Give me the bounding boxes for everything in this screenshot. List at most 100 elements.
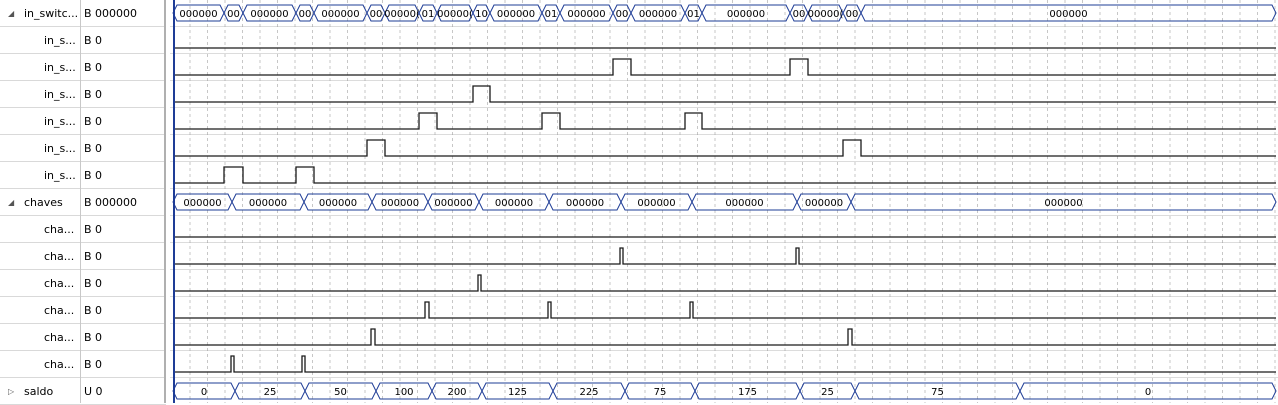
- bus-value-label: 100: [394, 387, 413, 398]
- signal-value: B 0: [84, 331, 103, 344]
- bus-value-label: 000000: [250, 9, 288, 20]
- bus-value-label: 00000(: [384, 9, 420, 20]
- signal-name: cha...: [44, 304, 75, 317]
- bus-value-label: 01: [545, 9, 558, 20]
- bit-trace: [173, 355, 1276, 373]
- waveform-viewer: ◢ in_switc... B 000000 in_s... B 0 in_s... B 0…: [0, 0, 1278, 405]
- bus-value-label: 25: [264, 387, 277, 398]
- bus-value-label: 75: [931, 387, 944, 398]
- bus-value-label: 000000: [497, 9, 535, 20]
- signal-row[interactable]: cha... B 0: [0, 270, 166, 297]
- signal-value: B 0: [84, 61, 103, 74]
- bus-value-label: 0: [1145, 387, 1151, 398]
- signal-row[interactable]: in_s... B 0: [0, 54, 166, 81]
- signal-name: cha...: [44, 250, 75, 263]
- signal-value: U 0: [84, 385, 103, 398]
- bit-trace: [173, 166, 1276, 184]
- bus-value-label: 000000: [725, 198, 763, 209]
- bus-value-label: 000000: [434, 198, 472, 209]
- signal-row[interactable]: ◢ chaves B 000000: [0, 189, 166, 216]
- signal-name: in_s...: [44, 142, 76, 155]
- bit-trace: [173, 301, 1276, 319]
- bus-value-label: 000000: [727, 9, 765, 20]
- signal-value: B 0: [84, 304, 103, 317]
- signal-value: B 0: [84, 358, 103, 371]
- signal-row[interactable]: cha... B 0: [0, 297, 166, 324]
- bus-value-label: 000000: [381, 198, 419, 209]
- signal-value: B 0: [84, 250, 103, 263]
- bit-trace: [173, 247, 1276, 265]
- bus-value-label: 175: [738, 387, 757, 398]
- signal-row[interactable]: ◢ in_switc... B 000000: [0, 0, 166, 27]
- bit-trace: [173, 58, 1276, 76]
- signal-list-panel: ◢ in_switc... B 000000 in_s... B 0 in_s... B 0…: [0, 0, 166, 405]
- bus-value-label: 000000: [1044, 198, 1082, 209]
- bus-value-label: 000000: [183, 198, 221, 209]
- collapse-arrow-icon[interactable]: ◢: [8, 189, 14, 216]
- bit-trace: [173, 85, 1276, 103]
- panel-splitter[interactable]: [164, 0, 166, 403]
- expand-arrow-icon[interactable]: ▷: [8, 378, 14, 405]
- signal-value: B 0: [84, 277, 103, 290]
- bus-value-label: 125: [508, 387, 527, 398]
- signal-name: cha...: [44, 331, 75, 344]
- signal-name: cha...: [44, 358, 75, 371]
- bus-value-label: 000000: [567, 9, 605, 20]
- signal-row[interactable]: cha... B 0: [0, 243, 166, 270]
- signal-row[interactable]: in_s... B 0: [0, 162, 166, 189]
- signal-value: B 0: [84, 142, 103, 155]
- signal-row[interactable]: in_s... B 0: [0, 135, 166, 162]
- waveform-canvas[interactable]: 000000 00 000000 00 000000 00 00000(01 00000(10…: [170, 0, 1278, 403]
- bus-value-label: 01: [687, 9, 700, 20]
- bus-value-label: 00000(: [808, 9, 844, 20]
- signal-name: in_s...: [44, 34, 76, 47]
- signal-name: in_s...: [44, 88, 76, 101]
- signal-value: B 0: [84, 169, 103, 182]
- bus-value-label: 25: [821, 387, 834, 398]
- name-value-divider[interactable]: [80, 0, 81, 403]
- bus-value-label: 10: [475, 9, 488, 20]
- bit-trace: [173, 139, 1276, 157]
- signal-name: in_s...: [44, 61, 76, 74]
- signal-row[interactable]: in_s... B 0: [0, 27, 166, 54]
- signal-name: saldo: [24, 385, 54, 398]
- signal-value: B 000000: [84, 7, 138, 20]
- bit-trace: [173, 274, 1276, 292]
- signal-name: in_switc...: [24, 7, 79, 20]
- signal-value: B 0: [84, 115, 103, 128]
- bus-value-label: 000000: [319, 198, 357, 209]
- bus-value-label: 225: [579, 387, 598, 398]
- bus-value-label: 200: [447, 387, 466, 398]
- collapse-arrow-icon[interactable]: ◢: [8, 0, 14, 27]
- bit-trace: [173, 328, 1276, 346]
- signal-row[interactable]: in_s... B 0: [0, 108, 166, 135]
- bus-value-label: 000000: [566, 198, 604, 209]
- signal-row[interactable]: cha... B 0: [0, 324, 166, 351]
- signal-row[interactable]: cha... B 0: [0, 216, 166, 243]
- bit-trace: [173, 112, 1276, 130]
- bus-value-label: 000000: [1049, 9, 1087, 20]
- bus-value-label: 75: [654, 387, 667, 398]
- signal-value: B 000000: [84, 196, 138, 209]
- waveform-area[interactable]: 000000 00 000000 00 000000 00 00000(01 00000(10…: [170, 0, 1278, 403]
- signal-name: chaves: [24, 196, 63, 209]
- signal-name: cha...: [44, 277, 75, 290]
- bus-value-label: 00: [846, 9, 859, 20]
- bus-value-label: 00: [793, 9, 806, 20]
- bus-value-label: 0: [201, 387, 207, 398]
- signal-row[interactable]: cha... B 0: [0, 351, 166, 378]
- signal-row[interactable]: in_s... B 0: [0, 81, 166, 108]
- signal-value: B 0: [84, 88, 103, 101]
- time-cursor[interactable]: [173, 0, 175, 403]
- bus-value-label: 00: [616, 9, 629, 20]
- signal-value: B 0: [84, 223, 103, 236]
- bus-value-label: 000000: [179, 9, 217, 20]
- bus-value-label: 000000: [805, 198, 843, 209]
- bus-value-label: 000000: [321, 9, 359, 20]
- bus-value-label: 00000(: [437, 9, 473, 20]
- bus-value-label: 000000: [249, 198, 287, 209]
- signal-name: in_s...: [44, 169, 76, 182]
- signal-row[interactable]: ▷ saldo U 0: [0, 378, 166, 405]
- bus-value-label: 00: [227, 9, 240, 20]
- bus-value-label: 00: [299, 9, 312, 20]
